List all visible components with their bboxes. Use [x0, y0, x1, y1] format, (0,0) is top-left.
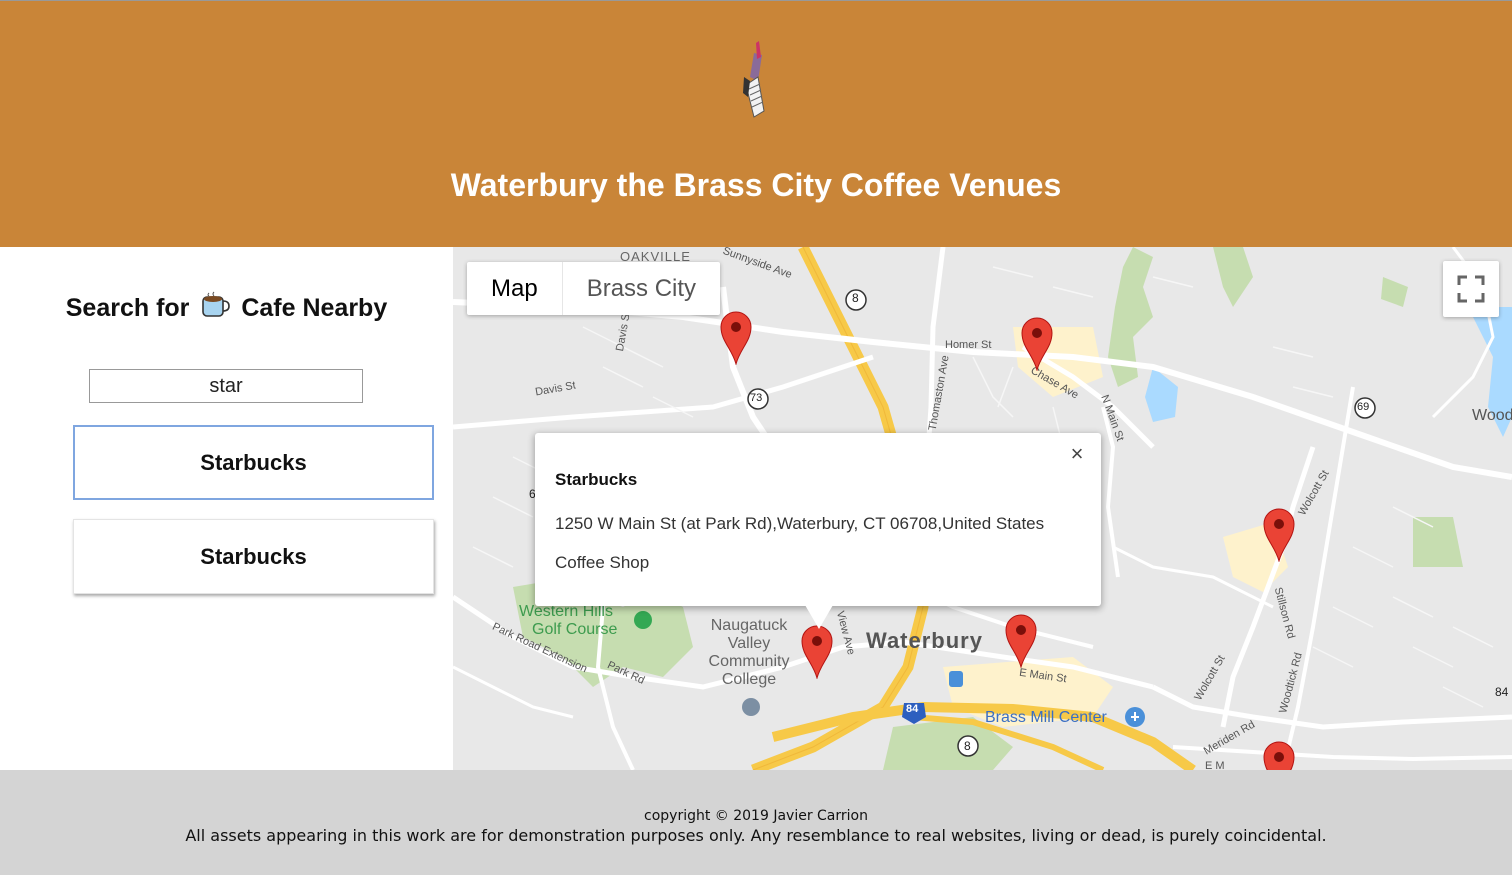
- map-view[interactable]: 8 73 69 8 84 84 6 OAKVILLE Sunnyside Ave…: [453, 247, 1512, 770]
- map-label-waterbury: Waterbury: [866, 628, 983, 653]
- info-window-title: Starbucks: [555, 470, 638, 489]
- result-item-starbucks-selected[interactable]: Starbucks: [73, 425, 434, 500]
- site-footer: copyright © 2019 Javier Carrion All asse…: [0, 770, 1512, 875]
- search-heading-prefix: Search for: [65, 294, 190, 322]
- map-marker-5[interactable]: [1004, 612, 1038, 668]
- fullscreen-button[interactable]: [1443, 261, 1499, 317]
- site-title: Waterbury the Brass City Coffee Venues: [450, 167, 1062, 203]
- map-type-brass-city-button[interactable]: Brass City: [561, 262, 720, 315]
- info-window-address: 1250 W Main St (at Park Rd),Waterbury, C…: [555, 514, 1045, 533]
- map-label-college-line1: Naugatuck: [710, 617, 788, 634]
- map-label-e-m: E M: [1205, 760, 1225, 770]
- map-marker-starbucks-selected[interactable]: [800, 623, 834, 679]
- map-label-route-84: 84: [906, 703, 919, 715]
- map-label-golf-course-line2: Golf Course: [532, 621, 618, 638]
- map-marker-1[interactable]: [719, 309, 753, 365]
- info-window-category: Coffee Shop: [555, 553, 650, 572]
- fullscreen-icon: [1457, 275, 1485, 303]
- map-label-homer-st: Homer St: [945, 339, 992, 351]
- map-label-route-8-top: 8: [852, 291, 859, 305]
- map-type-control: Map Brass City: [467, 262, 721, 315]
- search-input[interactable]: [89, 369, 363, 403]
- map-marker-2[interactable]: [1020, 315, 1054, 371]
- map-label-route-8-bottom: 8: [964, 739, 971, 753]
- map-type-map-button[interactable]: Map: [467, 262, 562, 315]
- map-marker-6[interactable]: [1262, 739, 1296, 770]
- info-window-tail: [805, 605, 833, 629]
- map-label-route-73: 73: [750, 392, 763, 404]
- search-heading: Search for Cafe Nearby: [0, 291, 453, 323]
- copyright-text: copyright © 2019 Javier Carrion: [644, 808, 868, 824]
- info-window: Starbucks 1250 W Main St (at Park Rd),Wa…: [535, 433, 1101, 629]
- map-label-college-line4: College: [721, 671, 777, 688]
- disclaimer-text: All assets appearing in this work are fo…: [185, 826, 1327, 845]
- map-label-college: Naugatuck Valley Community College: [701, 617, 797, 689]
- map-marker-3[interactable]: [1262, 506, 1296, 562]
- map-label-college-line3: Community: [708, 653, 790, 670]
- search-heading-suffix: Cafe Nearby: [241, 294, 388, 322]
- map-label-golf-course: Western Hills Golf Course: [519, 603, 617, 639]
- close-icon[interactable]: ×: [1067, 443, 1087, 465]
- map-label-wood: Wood: [1472, 407, 1512, 424]
- map-label-college-line2: Valley: [727, 635, 771, 652]
- brass-city-logo: [743, 41, 765, 118]
- map-label-brass-mill-center: Brass Mill Center: [985, 709, 1107, 726]
- search-panel: Search for Cafe Nearby Starbucks Starbuc…: [0, 247, 453, 770]
- result-item-starbucks[interactable]: Starbucks: [73, 519, 434, 594]
- coffee-cup-icon: [202, 291, 231, 317]
- map-label-route-84-edge: 84: [1495, 685, 1509, 699]
- site-header: Waterbury the Brass City Coffee Venues: [0, 0, 1512, 247]
- map-label-route-69: 69: [1357, 401, 1370, 413]
